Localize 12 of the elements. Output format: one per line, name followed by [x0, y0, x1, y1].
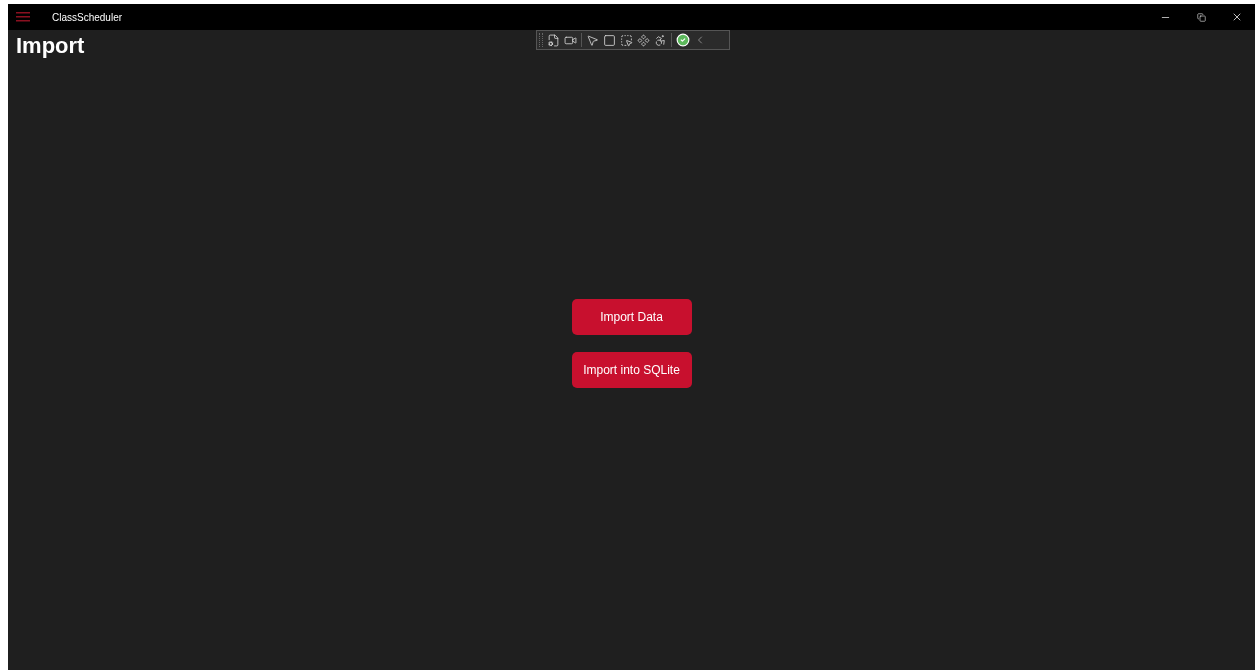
check-icon[interactable] [676, 33, 690, 47]
import-button[interactable]: Import into SQLite [571, 352, 692, 389]
inspect-settings-icon[interactable] [547, 33, 560, 47]
pointer-select-icon[interactable] [586, 33, 599, 47]
close-icon[interactable] [1231, 11, 1243, 23]
selection-pointer-icon[interactable] [620, 33, 633, 47]
page-heading: Import [16, 32, 85, 60]
square-icon[interactable] [603, 33, 616, 47]
accessibility-icon[interactable] [654, 33, 667, 47]
import-button[interactable]: Import Data [571, 299, 692, 336]
window-title: ClassScheduler [52, 10, 123, 25]
restore-icon[interactable] [1196, 12, 1206, 22]
